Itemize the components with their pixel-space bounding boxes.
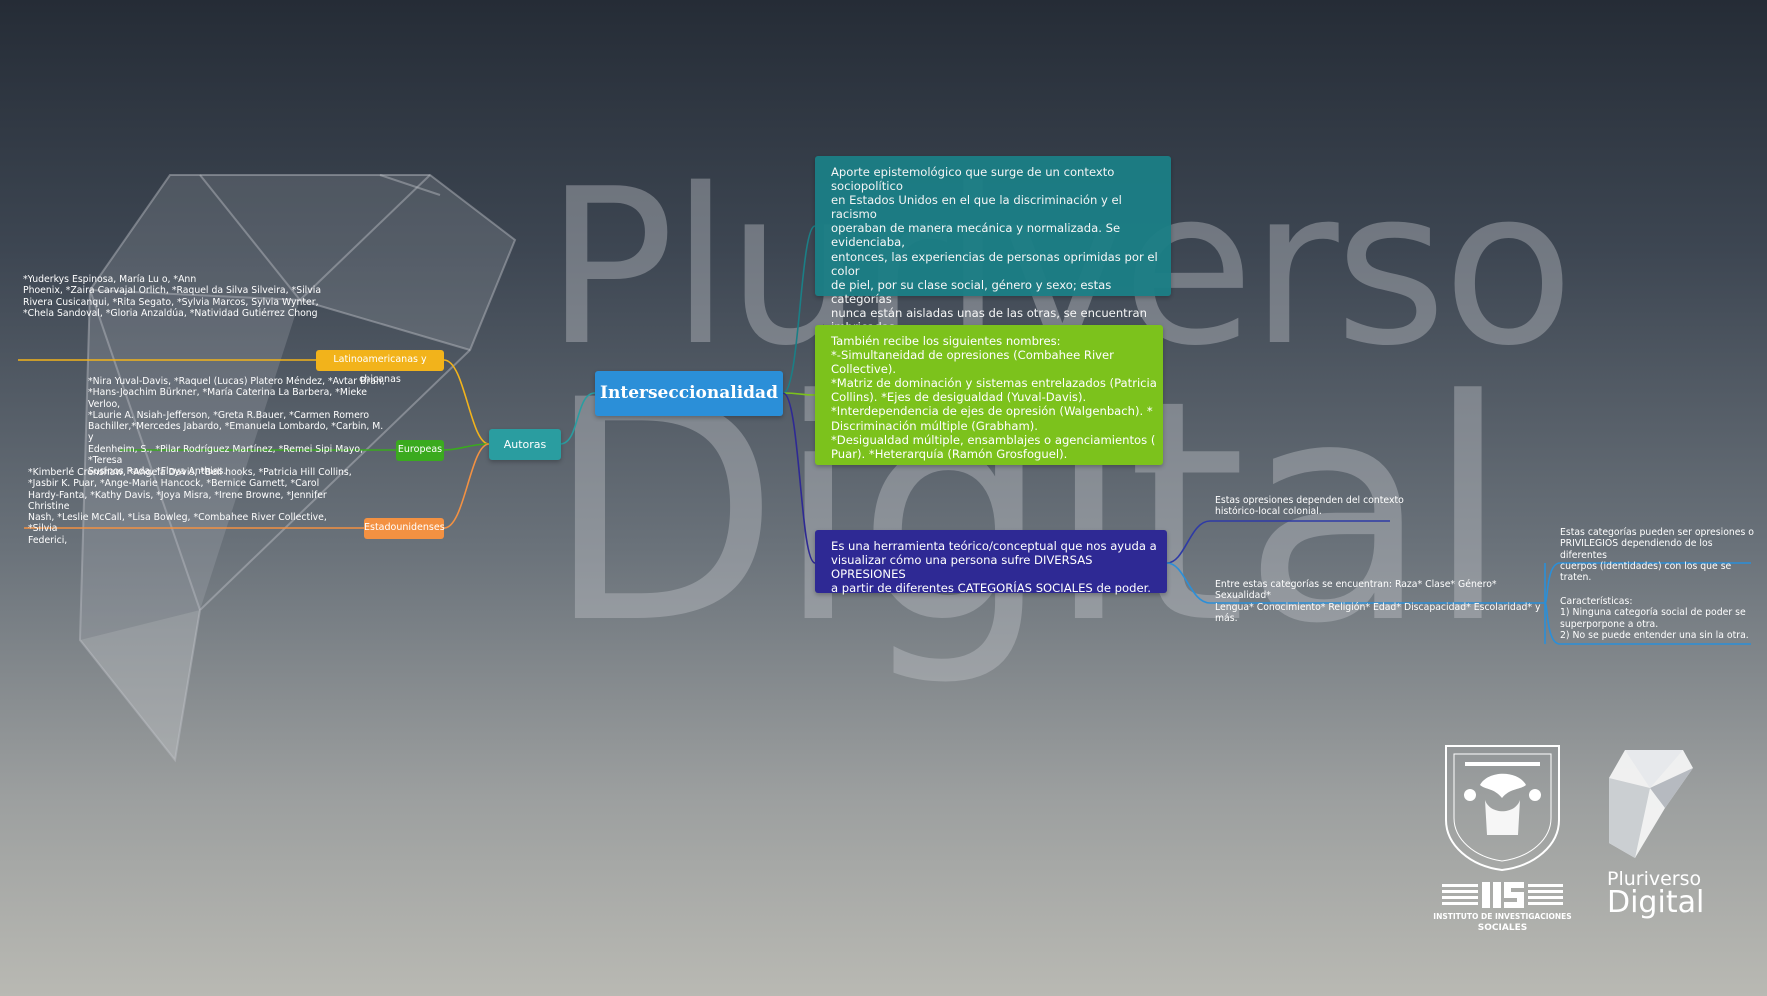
iis-logo-icon xyxy=(1442,882,1563,908)
university-seal-icon xyxy=(1445,745,1560,872)
detail-characteristics[interactable]: Características: 1) Ninguna categoría so… xyxy=(1560,596,1755,641)
topic-teal-box[interactable]: Aporte epistemológico que surge de un co… xyxy=(815,156,1171,334)
autoras-node[interactable]: Autoras xyxy=(489,429,561,460)
central-topic[interactable]: Interseccionalidad xyxy=(595,371,783,416)
topic-green-box[interactable]: También recibe los siguientes nombres: *… xyxy=(815,325,1163,465)
connector-central-autoras xyxy=(559,392,596,445)
subtopic-context[interactable]: Estas opresiones dependen del contexto h… xyxy=(1215,495,1415,518)
connector-central-navy xyxy=(782,392,816,564)
subtopic-categories[interactable]: Entre estas categorías se encuentran: Ra… xyxy=(1215,579,1545,624)
topic-teal-text: Aporte epistemológico que surge de un co… xyxy=(831,165,1158,334)
central-topic-label: Interseccionalidad xyxy=(600,383,778,403)
connector-navy-sub1 xyxy=(1166,520,1390,564)
connector-autoras-latino xyxy=(443,359,490,445)
detail-privileges[interactable]: Estas categorías pueden ser opresiones o… xyxy=(1560,527,1755,583)
tag-estadounidenses[interactable]: Estadounidenses xyxy=(364,518,445,539)
brand-digital: Digital xyxy=(1607,885,1705,920)
topic-navy-text: Es una herramienta teórico/conceptual qu… xyxy=(831,539,1157,596)
iis-caption-line1: INSTITUTO DE INVESTIGACIONES xyxy=(1433,912,1572,921)
authors-us-names: *Kimberlé Crenshaw, *Angela Davis, *Bell… xyxy=(28,467,352,546)
connector-autoras-us xyxy=(443,443,490,529)
iis-caption-line2: SOCIALES xyxy=(1477,923,1528,933)
topic-navy-box[interactable]: Es una herramienta teórico/conceptual qu… xyxy=(815,530,1167,596)
tag-latinoamericanas[interactable]: Latinoamericanas y chicanas xyxy=(316,350,444,385)
authors-latino-names: *Yuderkys Espinosa, María Lu o, *Ann Pho… xyxy=(23,274,322,319)
pluriverso-brand-icon xyxy=(1609,750,1693,858)
connector-central-teal xyxy=(782,225,816,394)
authors-european-names: *Nira Yuval-Davis, *Raquel (Lucas) Plate… xyxy=(88,376,385,478)
connector-central-green xyxy=(782,392,816,396)
tag-europeas[interactable]: Europeas xyxy=(396,440,444,461)
autoras-label: Autoras xyxy=(503,438,547,451)
topic-green-text: También recibe los siguientes nombres: *… xyxy=(831,334,1157,461)
